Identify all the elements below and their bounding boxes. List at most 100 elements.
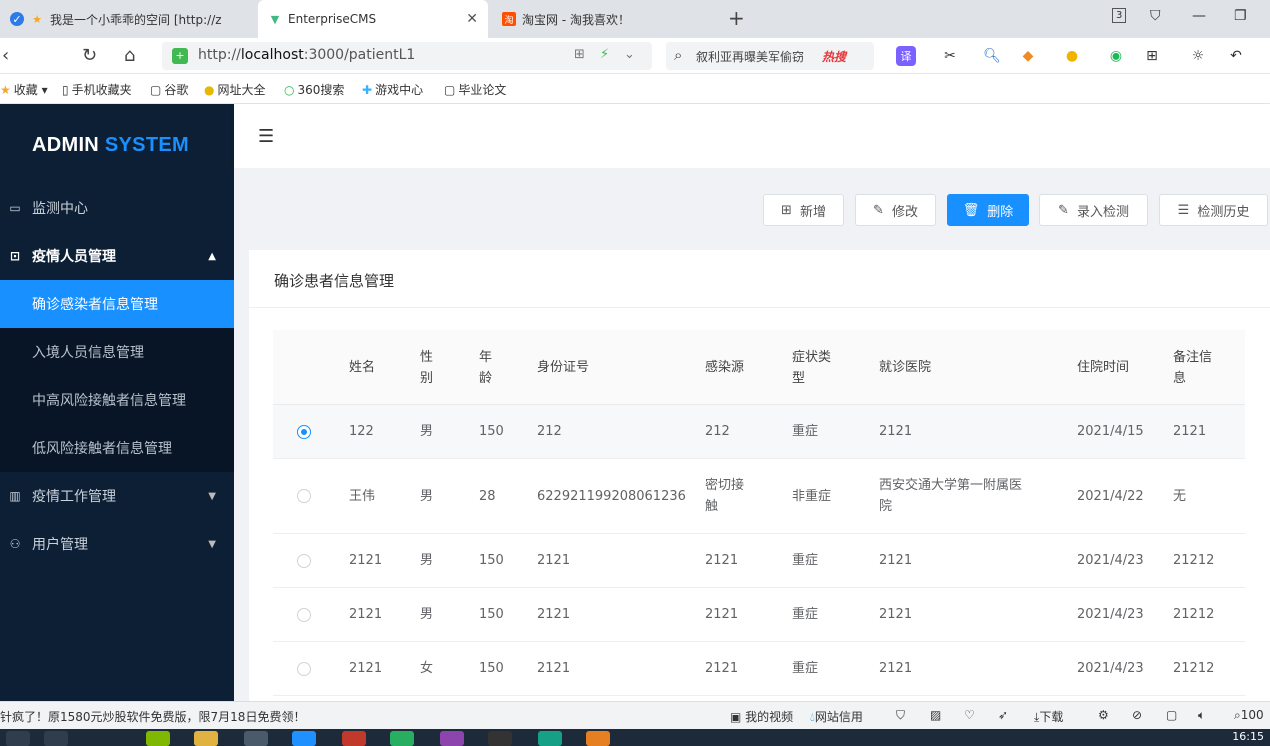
browser-tab-enterprisecms[interactable]: ▼ EnterpriseCMS ✕ [258, 0, 488, 38]
shield-coin-icon[interactable]: ● [1062, 46, 1082, 66]
ad-text[interactable]: 针疯了！原1580元炒股软件免费版，限7月18日免费领！ [0, 708, 305, 725]
apps-grid-icon[interactable]: ⊞ [1142, 46, 1162, 66]
back-icon[interactable]: ‹ [2, 45, 9, 66]
bookmark-google[interactable]: ▢ 谷歌 [150, 81, 188, 98]
row-select-cell[interactable] [273, 405, 333, 458]
column-header-symptom[interactable]: 症状类型 [792, 330, 831, 405]
row-select-cell[interactable] [273, 642, 333, 695]
column-header-source[interactable]: 感染源 [705, 330, 744, 405]
app-icon-chat[interactable] [390, 731, 414, 746]
window-icon[interactable]: ▢ [1166, 708, 1177, 722]
main-content: ⊞ 新增 ✎ 修改 🗑︎ 删除 ✎ 录入检测 ☰ 检测历史 确诊患者信息管理 姓名 性别 … [234, 168, 1270, 701]
url-input[interactable]: + http://localhost:3000/patientL1 ⊞ ⚡ ⌄ [162, 42, 652, 70]
search-icon[interactable] [6, 731, 30, 746]
record-test-button[interactable]: ✎ 录入检测 [1039, 194, 1148, 226]
browser-tab-taobao[interactable]: 淘 淘宝网 - 淘我喜欢！ [492, 0, 722, 38]
search-input[interactable]: ⌕ 叙利亚再曝美军偷窃 热搜 [666, 42, 874, 70]
bookmark-360[interactable]: ○ 360搜索 [284, 81, 344, 98]
column-header-id[interactable]: 身份证号 [537, 330, 589, 405]
row-radio[interactable] [297, 607, 311, 622]
app-icon-misc[interactable] [586, 731, 610, 746]
table-row[interactable]: 王伟 男 28 622921199208061236 密切接触 非重症 西安交通… [273, 459, 1245, 534]
shield-icon[interactable]: ⛉ [896, 708, 905, 723]
heartbeat-icon[interactable]: ♡ [964, 708, 975, 722]
home-icon[interactable]: ⌂ [124, 45, 135, 66]
row-select-cell[interactable] [273, 534, 333, 587]
sidebar-item-epidemic-people[interactable]: ⊡ 疫情人员管理 ▲ [0, 232, 234, 280]
app-icon-webstorm[interactable] [538, 731, 562, 746]
terminal-icon[interactable] [488, 731, 512, 746]
undo-icon[interactable]: ↶ [1226, 46, 1246, 66]
row-radio[interactable] [297, 424, 311, 439]
cell-admit: 2021/4/22 [1077, 488, 1144, 504]
settings-icon[interactable]: ⚙ [1098, 708, 1109, 722]
magnifier-icon[interactable]: 🔍︎ [982, 46, 1002, 66]
close-icon[interactable]: ✕ [466, 11, 478, 27]
lightning-icon[interactable]: ⚡ [600, 47, 609, 62]
volume-icon[interactable]: 🔈︎ [1198, 708, 1205, 723]
bookmark-hao[interactable]: ● 网址大全 [204, 81, 266, 98]
row-radio[interactable] [297, 661, 311, 676]
sidebar-subitem-high-risk[interactable]: 中高风险接触者信息管理 [0, 376, 234, 424]
sidebar-item-epidemic-work[interactable]: ▥ 疫情工作管理 ▼ [0, 472, 234, 520]
restore-icon[interactable]: ❐ [1234, 8, 1247, 24]
row-radio[interactable] [297, 489, 311, 503]
game-icon[interactable]: ◆ [1018, 46, 1038, 66]
column-header-note[interactable]: 备注信息 [1173, 330, 1212, 405]
edit-button[interactable]: ✎ 修改 [855, 194, 936, 226]
scissors-icon[interactable]: ✂ [940, 46, 960, 66]
security-shield-icon: + [172, 48, 188, 64]
bookmark-favorites[interactable]: ★ 收藏 ▾ [0, 81, 48, 98]
translate-icon[interactable]: 译 [896, 46, 916, 66]
sidebar-item-user-mgmt[interactable]: ⚇ 用户管理 ▼ [0, 520, 234, 568]
grid-icon[interactable]: ⊞ [574, 47, 585, 62]
app-icon-browser[interactable] [292, 731, 316, 746]
clean-icon[interactable]: ⊘ [1132, 708, 1142, 722]
shirt-icon[interactable]: ⛉ [1150, 8, 1161, 24]
sidebar-item-monitor[interactable]: ▭ 监测中心 [0, 184, 234, 232]
table-row[interactable]: 122 男 150 212 212 重症 2121 2021/4/15 2121 [273, 405, 1245, 459]
my-video-link[interactable]: ▣ 我的视频 [730, 708, 793, 725]
table-row[interactable]: 2121 女 150 2121 2121 重症 2121 2021/4/23 2… [273, 642, 1245, 696]
collapse-menu-icon[interactable]: ☰ [258, 126, 274, 147]
sidebar-subitem-low-risk[interactable]: 低风险接触者信息管理 [0, 424, 234, 472]
tab-count-badge[interactable]: 3 [1112, 8, 1127, 23]
table-row[interactable]: 2121 男 150 2121 2121 重症 2121 2021/4/23 2… [273, 534, 1245, 588]
app-icon-360[interactable] [146, 731, 170, 746]
sun-icon[interactable]: ☼ [1188, 46, 1208, 66]
bookmark-thesis[interactable]: ▢ 毕业论文 [444, 81, 506, 98]
row-select-cell[interactable] [273, 588, 333, 641]
taskbar-clock[interactable]: 16:15 [1232, 730, 1264, 743]
sidebar-subitem-confirmed[interactable]: 确诊感染者信息管理 [0, 280, 234, 328]
sidebar-subitem-entry[interactable]: 入境人员信息管理 [0, 328, 234, 376]
site-credit-link[interactable]: 💧︎网站信用 [810, 708, 863, 725]
row-select-cell[interactable] [273, 459, 333, 533]
app-icon-media[interactable] [244, 731, 268, 746]
column-header-admit[interactable]: 住院时间 [1077, 330, 1129, 405]
row-radio[interactable] [297, 553, 311, 568]
minimize-icon[interactable]: — [1192, 8, 1206, 24]
chevron-down-icon[interactable]: ⌄ [624, 47, 635, 62]
add-button[interactable]: ⊞ 新增 [763, 194, 844, 226]
column-header-name[interactable]: 姓名 [349, 330, 375, 405]
column-header-age[interactable]: 年龄 [479, 330, 492, 405]
delete-button[interactable]: 🗑︎ 删除 [947, 194, 1029, 226]
browser-tab-qzone[interactable]: ✓ ★ 我是一个小乖乖的空间 [http://z [0, 0, 255, 38]
table-row[interactable]: 2121 男 150 2121 2121 重症 2121 2021/4/23 2… [273, 588, 1245, 642]
column-header-gender[interactable]: 性别 [420, 330, 433, 405]
app-icon-game[interactable] [342, 731, 366, 746]
green-circle-icon[interactable]: ◉ [1106, 46, 1126, 66]
test-history-button[interactable]: ☰ 检测历史 [1159, 194, 1268, 226]
app-icon-ide[interactable] [440, 731, 464, 746]
image-icon[interactable]: ▨ [930, 708, 941, 722]
zoom-control[interactable]: ⌕100 [1234, 708, 1264, 723]
bookmark-mobile[interactable]: ▯ 手机收藏夹 [62, 81, 132, 98]
column-header-hospital[interactable]: 就诊医院 [879, 330, 931, 405]
bookmark-games[interactable]: ✚ 游戏中心 [362, 81, 423, 98]
download-link[interactable]: ⤓下载 [1034, 708, 1063, 725]
new-tab-icon[interactable]: + [728, 6, 745, 30]
folder-icon[interactable] [194, 731, 218, 746]
task-view-icon[interactable] [44, 731, 68, 746]
reload-icon[interactable]: ↻ [82, 45, 97, 66]
rocket-icon[interactable]: ➶ [998, 708, 1008, 722]
